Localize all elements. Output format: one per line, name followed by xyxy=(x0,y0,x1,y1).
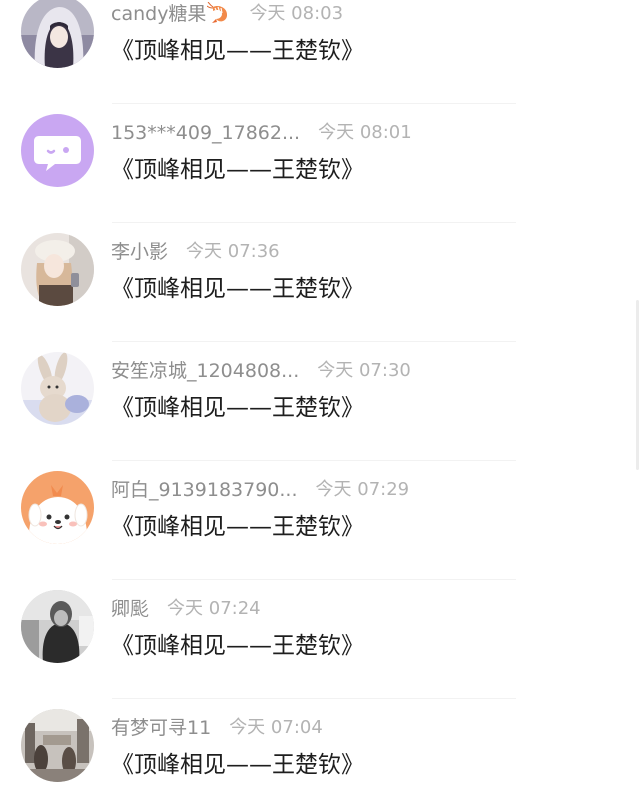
comment-item[interactable]: 阿白_9139183790... 今天 07:29 《顶峰相见——王楚钦》 xyxy=(0,461,640,580)
username[interactable]: 李小影 xyxy=(111,238,168,266)
comment-list: candy糖果 今天 08:03 《顶峰相见——王楚钦》 153***409_17… xyxy=(0,0,640,804)
timestamp: 今天 07:36 xyxy=(186,241,280,262)
timestamp: 今天 07:04 xyxy=(229,717,323,738)
comment-meta: 李小影 今天 07:36 xyxy=(111,238,620,266)
comment-item[interactable]: 卿颩 今天 07:24 《顶峰相见——王楚钦》 xyxy=(0,580,640,699)
comment-text: 《顶峰相见——王楚钦》 xyxy=(111,276,364,302)
comment-text: 《顶峰相见——王楚钦》 xyxy=(111,514,364,540)
username[interactable]: candy糖果 xyxy=(111,0,206,28)
timestamp: 今天 08:03 xyxy=(249,3,344,24)
avatar-street-scene-image xyxy=(21,709,94,782)
comment-item[interactable]: 153***409_17862... 今天 08:01 《顶峰相见——王楚钦》 xyxy=(0,104,640,223)
username[interactable]: 153***409_17862... xyxy=(111,119,300,147)
comment-meta: 有梦可寻11 今天 07:04 xyxy=(111,714,620,742)
timestamp: 今天 07:29 xyxy=(315,479,410,500)
comment-item[interactable]: candy糖果 今天 08:03 《顶峰相见——王楚钦》 xyxy=(0,0,640,104)
comment-text: 《顶峰相见——王楚钦》 xyxy=(111,633,364,659)
chat-bubble-icon xyxy=(21,114,94,187)
comment-item[interactable]: 安笙凉城_1204808... 今天 07:30 《顶峰相见——王楚钦》 xyxy=(0,342,640,461)
comment-text: 《顶峰相见——王楚钦》 xyxy=(111,395,364,421)
scrollbar[interactable] xyxy=(636,300,639,470)
avatar-hooded-girl-image xyxy=(21,0,94,68)
avatar-cartoon-puppy-image xyxy=(21,471,94,544)
timestamp: 今天 07:30 xyxy=(317,360,411,381)
avatar[interactable] xyxy=(21,352,94,425)
username[interactable]: 阿白_9139183790... xyxy=(111,476,298,504)
timestamp: 今天 08:01 xyxy=(318,122,412,143)
comment-meta: 卿颩 今天 07:24 xyxy=(111,595,620,623)
avatar[interactable] xyxy=(21,590,94,663)
comments-screen: candy糖果 今天 08:03 《顶峰相见——王楚钦》 153***409_17… xyxy=(0,0,640,804)
comment-item[interactable]: 有梦可寻11 今天 07:04 《顶峰相见——王楚钦》 xyxy=(0,699,640,804)
comment-text: 《顶峰相见——王楚钦》 xyxy=(111,157,364,183)
username[interactable]: 安笙凉城_1204808... xyxy=(111,357,299,385)
avatar-girl-with-hat-image xyxy=(21,233,94,306)
timestamp: 今天 07:24 xyxy=(167,598,261,619)
avatar[interactable] xyxy=(21,471,94,544)
avatar[interactable] xyxy=(21,114,94,187)
comment-item[interactable]: 李小影 今天 07:36 《顶峰相见——王楚钦》 xyxy=(0,223,640,342)
avatar[interactable] xyxy=(21,233,94,306)
avatar[interactable] xyxy=(21,0,94,68)
username[interactable]: 有梦可寻11 xyxy=(111,714,211,742)
avatar[interactable] xyxy=(21,709,94,782)
username[interactable]: 卿颩 xyxy=(111,595,149,623)
comment-text: 《顶峰相见——王楚钦》 xyxy=(111,38,364,64)
comment-meta: candy糖果 今天 08:03 xyxy=(111,0,620,28)
avatar-plush-bunny-image xyxy=(21,352,94,425)
comment-text: 《顶峰相见——王楚钦》 xyxy=(111,752,364,778)
comment-meta: 安笙凉城_1204808... 今天 07:30 xyxy=(111,357,620,385)
comment-meta: 阿白_9139183790... 今天 07:29 xyxy=(111,476,620,504)
comment-meta: 153***409_17862... 今天 08:01 xyxy=(111,119,620,147)
shrimp-emoji-icon xyxy=(207,1,231,34)
avatar-bw-girl-image xyxy=(21,590,94,663)
